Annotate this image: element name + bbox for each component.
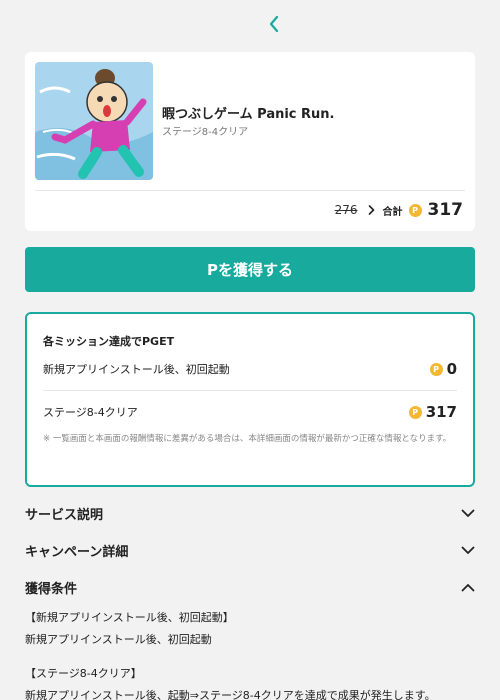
condition-title: 【新規アプリインストール後、初回起動】 [25, 611, 234, 624]
section-campaign-details[interactable]: キャンペーン詳細 [25, 539, 475, 561]
section-title: サービス説明 [25, 507, 104, 523]
disclaimer-note: ※ 一覧画面と本画面の報酬情報に差異がある場合は、本詳細画面の情報が最新かつ正確… [43, 434, 452, 444]
section-acquisition-conditions[interactable]: 獲得条件 [25, 576, 475, 598]
app-thumbnail [35, 62, 153, 180]
point-coin-icon: P [408, 405, 422, 419]
mission-label: 新規アプリインストール後、初回起動 [43, 363, 230, 376]
mission-box: 各ミッション達成でPGET 新規アプリインストール後、初回起動 P 0 ステージ… [25, 312, 475, 487]
mission-points-value: 317 [425, 403, 457, 421]
app-subtitle: ステージ8-4クリア [162, 127, 249, 138]
point-coin-icon: P [408, 203, 422, 217]
get-points-button[interactable]: Pを獲得する [25, 247, 475, 292]
chevron-down-icon [461, 509, 475, 517]
mission-points: P 317 [408, 403, 457, 421]
condition-title: 【ステージ8-4クリア】 [25, 667, 142, 680]
chevron-left-icon [269, 15, 279, 33]
mission-row: ステージ8-4クリア P 317 [43, 402, 457, 422]
offer-card: 暇つぶしゲーム Panic Run. ステージ8-4クリア 276 合計 P 3… [25, 52, 475, 231]
condition-body: 新規アプリインストール後、起動⇒ステージ8-4クリアを達成で成果が発生します。 [25, 689, 436, 700]
total-label: 合計 [382, 206, 403, 218]
divider [43, 390, 457, 391]
mission-label: ステージ8-4クリア [43, 406, 138, 419]
divider [35, 190, 465, 191]
old-points: 276 [334, 203, 358, 217]
total-points: 317 [427, 200, 464, 220]
mission-row: 新規アプリインストール後、初回起動 P 0 [43, 359, 457, 379]
points-summary: 276 合計 P 317 [335, 200, 463, 220]
condition-body: 新規アプリインストール後、初回起動 [25, 633, 212, 646]
section-service-description[interactable]: サービス説明 [25, 502, 475, 524]
mission-points: P 0 [429, 360, 457, 378]
point-coin-icon: P [429, 362, 443, 376]
back-button[interactable] [264, 13, 284, 35]
section-title: キャンペーン詳細 [25, 544, 129, 560]
section-title: 獲得条件 [25, 581, 78, 597]
mission-heading: 各ミッション達成でPGET [43, 335, 175, 348]
mission-points-value: 0 [446, 360, 457, 378]
chevron-right-icon [368, 205, 375, 215]
chevron-up-icon [461, 583, 475, 591]
chevron-down-icon [461, 546, 475, 554]
app-title: 暇つぶしゲーム Panic Run. [162, 107, 335, 122]
